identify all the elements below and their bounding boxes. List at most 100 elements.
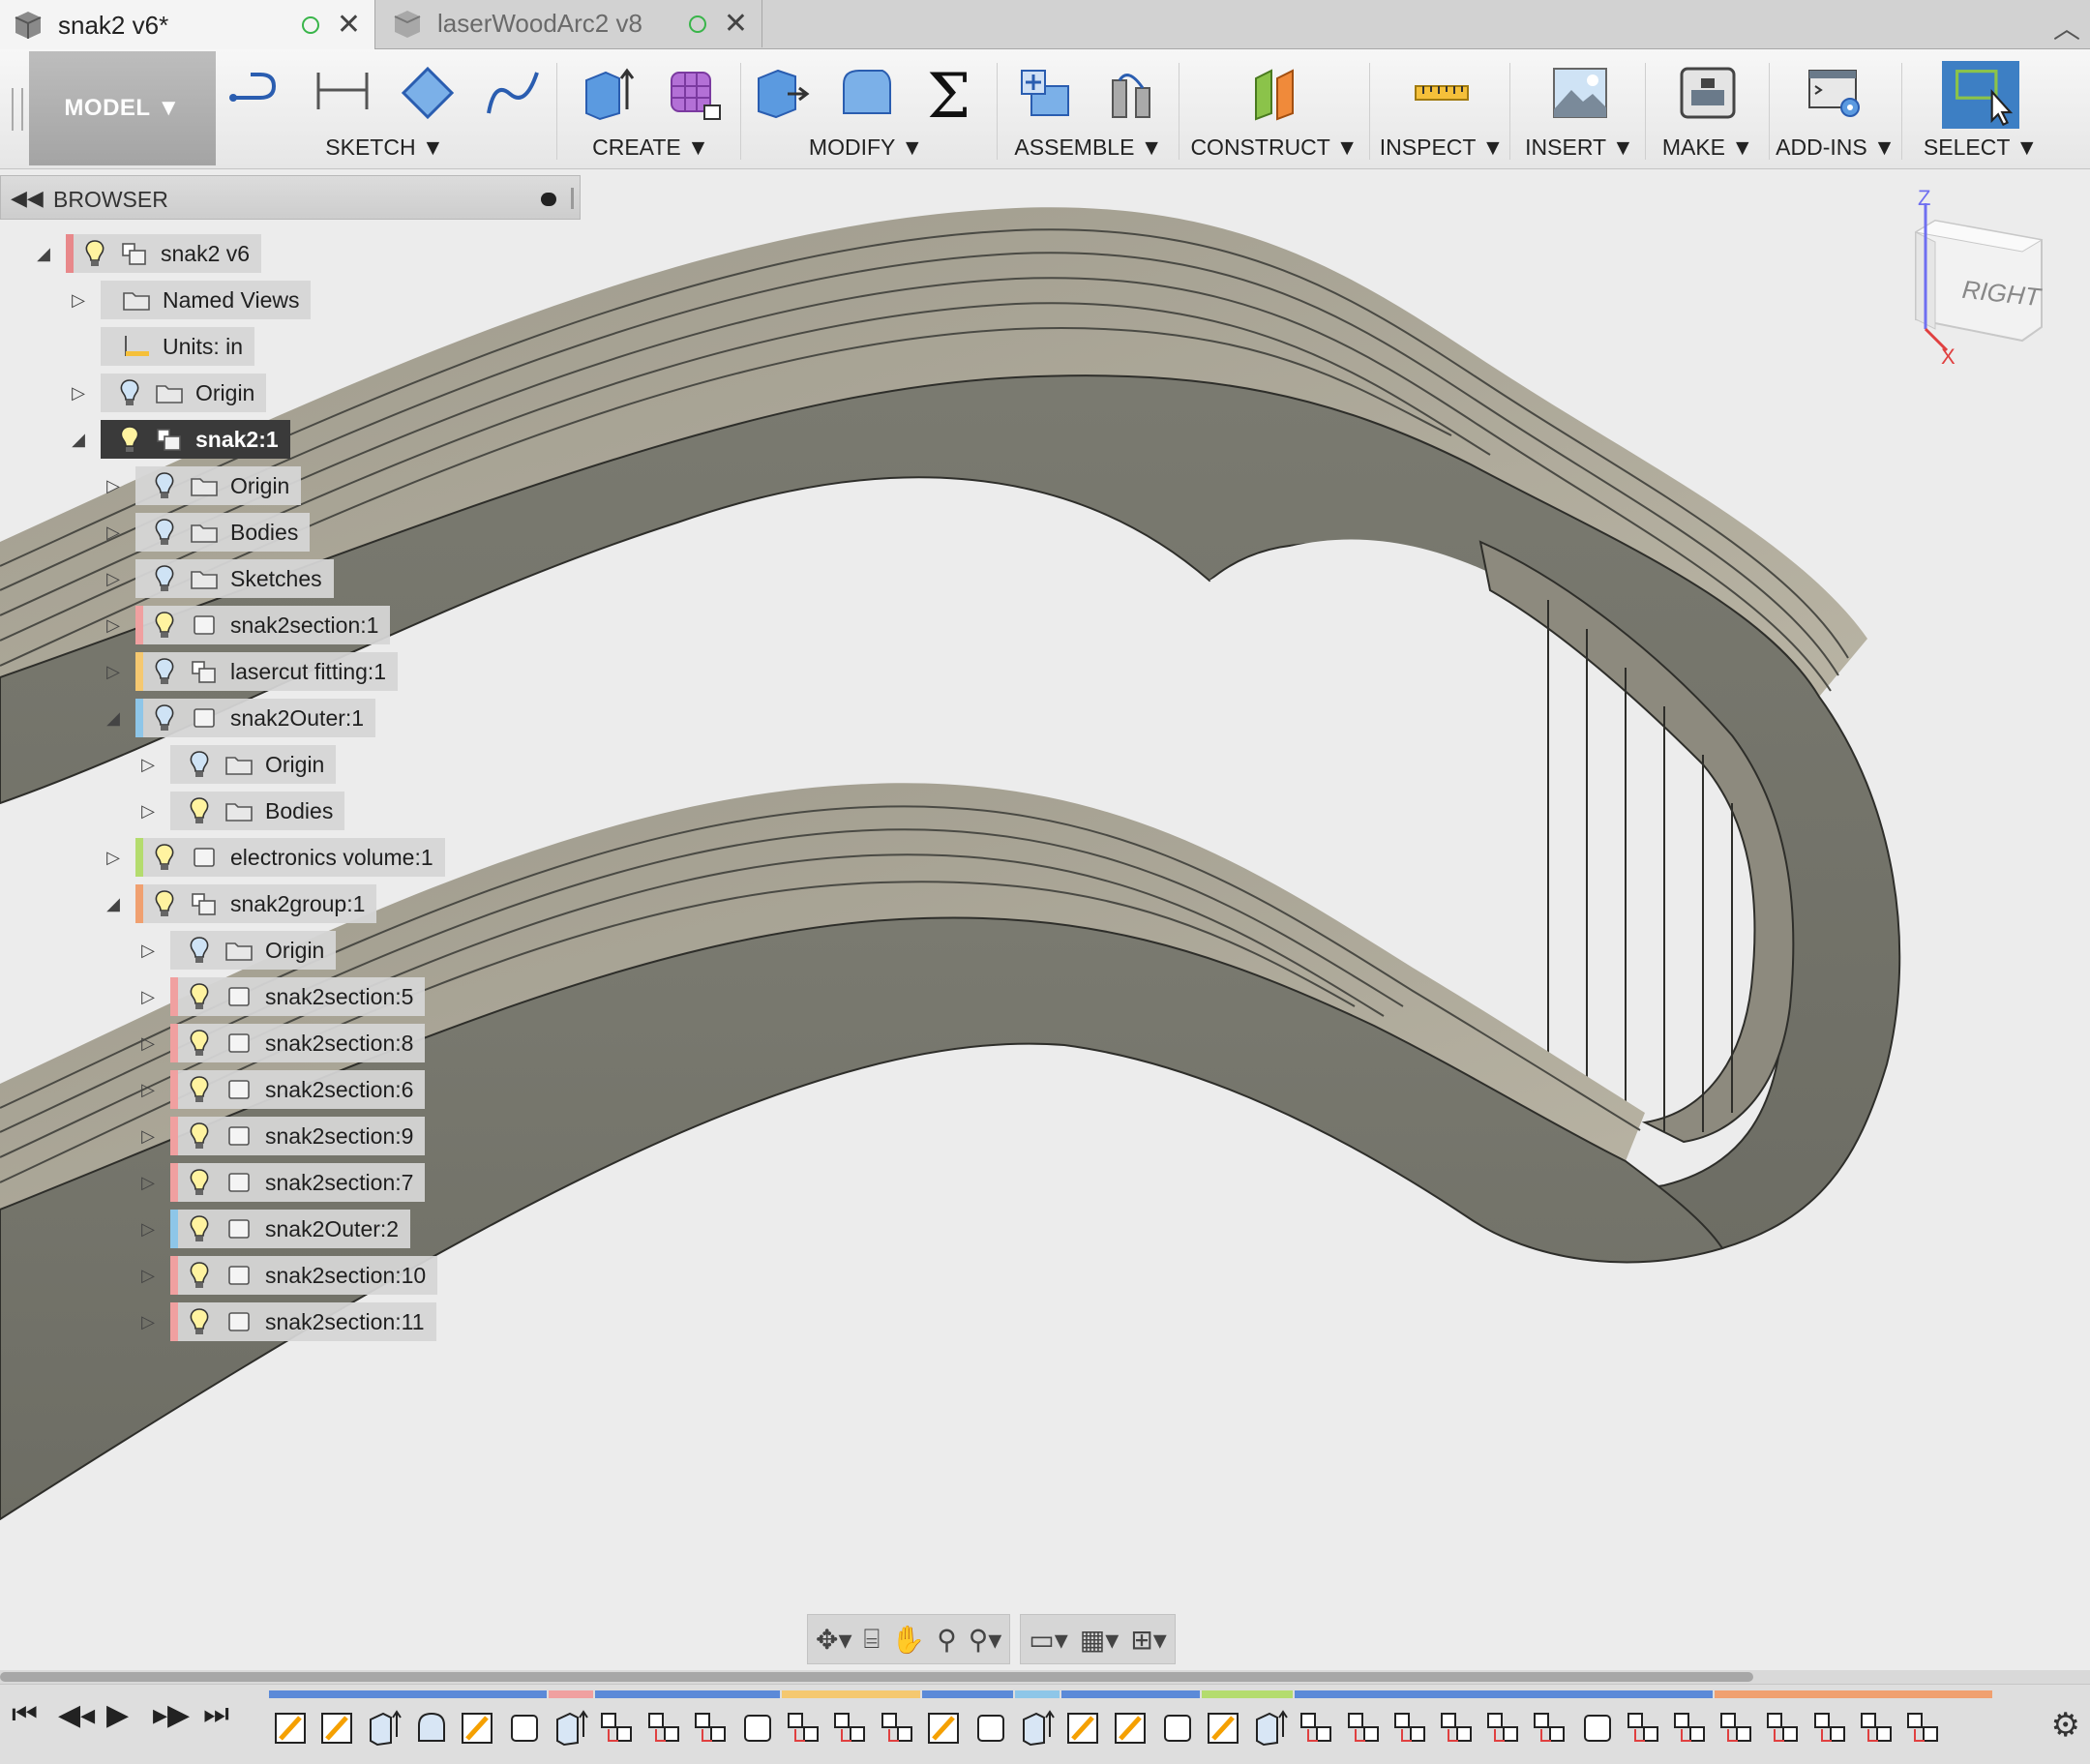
fillet-icon[interactable] xyxy=(834,61,898,125)
visibility-bulb-icon[interactable] xyxy=(188,1121,211,1151)
browser-node-row[interactable]: snak2section:1 xyxy=(135,606,391,644)
construct-menu-label[interactable]: CONSTRUCT ▼ xyxy=(1182,135,1366,161)
step-back-icon[interactable]: ◀◂ xyxy=(58,1698,95,1732)
timeline-component-feature-icon[interactable] xyxy=(1532,1708,1568,1747)
timeline-component-feature-icon[interactable] xyxy=(1346,1708,1383,1747)
press-pull-icon[interactable] xyxy=(749,61,813,125)
timeline-component-feature-icon[interactable] xyxy=(693,1708,730,1747)
expand-triangle-icon[interactable]: ▷ xyxy=(137,800,159,822)
timeline-group-bar[interactable] xyxy=(782,1690,920,1698)
browser-node-row[interactable]: snak2section:5 xyxy=(170,977,426,1016)
select-cursor-icon[interactable] xyxy=(1942,61,2019,129)
expand-triangle-icon[interactable]: ▷ xyxy=(103,568,124,589)
visibility-bulb-icon[interactable] xyxy=(188,1214,211,1243)
inspect-menu-label[interactable]: INSPECT ▼ xyxy=(1374,135,1509,161)
timeline-group-bar[interactable] xyxy=(549,1690,594,1698)
viewports-icon[interactable]: ⊞▾ xyxy=(1130,1624,1167,1656)
visibility-bulb-icon[interactable] xyxy=(188,1307,211,1336)
timeline-component-feature-icon[interactable] xyxy=(1299,1708,1335,1747)
grid-settings-icon[interactable]: ▦▾ xyxy=(1080,1624,1120,1656)
browser-node-row[interactable]: Units: in xyxy=(101,327,255,366)
expand-triangle-icon[interactable]: ▷ xyxy=(137,754,159,775)
visibility-bulb-icon[interactable] xyxy=(188,1075,211,1104)
collapse-triangle-icon[interactable]: ◢ xyxy=(33,243,54,264)
toolbar-grip[interactable] xyxy=(12,88,23,131)
visibility-bulb-icon[interactable] xyxy=(188,982,211,1011)
browser-node-row[interactable]: snak2Outer:2 xyxy=(170,1210,411,1248)
play-icon[interactable]: ▶ xyxy=(106,1698,129,1732)
collapse-triangle-icon[interactable]: ◢ xyxy=(103,707,124,729)
insert-group[interactable]: INSERT ▼ xyxy=(1514,49,1645,168)
select-menu-label[interactable]: SELECT ▼ xyxy=(1908,135,2053,161)
visibility-bulb-icon[interactable] xyxy=(153,703,176,733)
pin-icon[interactable] xyxy=(541,193,556,206)
sigma-parameters-icon[interactable]: Σ xyxy=(919,61,983,125)
browser-node-row[interactable]: Origin xyxy=(101,374,267,412)
timeline-body-feature-icon[interactable] xyxy=(1579,1708,1616,1747)
timeline-group-bar[interactable] xyxy=(921,1690,1014,1698)
expand-triangle-icon[interactable]: ▷ xyxy=(137,1265,159,1286)
visibility-bulb-icon[interactable] xyxy=(188,1029,211,1058)
timeline-component-feature-icon[interactable] xyxy=(1765,1708,1802,1747)
visibility-bulb-icon[interactable] xyxy=(83,239,106,268)
browser-node-row[interactable]: snak2section:8 xyxy=(170,1024,426,1062)
expand-triangle-icon[interactable]: ▷ xyxy=(103,847,124,868)
expand-triangle-icon[interactable]: ▷ xyxy=(68,382,89,404)
offset-plane-icon[interactable] xyxy=(1242,61,1306,125)
collapse-chevron-icon[interactable]: ︿ xyxy=(2053,8,2080,46)
browser-node-row[interactable]: Named Views xyxy=(101,281,312,319)
fit-zoom-icon[interactable]: ⚲▾ xyxy=(969,1624,1002,1656)
visibility-bulb-icon[interactable] xyxy=(153,843,176,872)
timeline-component-feature-icon[interactable] xyxy=(1905,1708,1942,1747)
expand-triangle-icon[interactable]: ▷ xyxy=(103,522,124,543)
visibility-bulb-icon[interactable] xyxy=(188,936,211,965)
timeline-group-bar[interactable] xyxy=(1202,1690,1294,1698)
timeline-component-feature-icon[interactable] xyxy=(1626,1708,1662,1747)
timeline-group-bar[interactable] xyxy=(269,1690,548,1698)
document-tab-snak2[interactable]: snak2 v6* ✕ xyxy=(0,0,375,50)
browser-node-row[interactable]: snak2 v6 xyxy=(66,234,262,273)
timeline-body-feature-icon[interactable] xyxy=(506,1708,543,1747)
addins-menu-label[interactable]: ADD-INS ▼ xyxy=(1773,135,1898,161)
timeline-extrude-feature-icon[interactable] xyxy=(552,1708,589,1747)
browser-node-row[interactable]: snak2section:6 xyxy=(170,1070,426,1109)
visibility-bulb-icon[interactable] xyxy=(153,564,176,593)
timeline-sketch-feature-icon[interactable] xyxy=(1206,1708,1242,1747)
assemble-group[interactable]: ASSEMBLE ▼ xyxy=(1001,49,1176,168)
view-cube[interactable]: Z X RIGHT xyxy=(1896,184,2061,368)
timeline-extrude-feature-icon[interactable] xyxy=(366,1708,403,1747)
go-to-start-icon[interactable]: ⏮ xyxy=(12,1698,38,1731)
timeline-extrude-feature-icon[interactable] xyxy=(1019,1708,1056,1747)
form-icon[interactable] xyxy=(662,61,726,125)
expand-triangle-icon[interactable]: ▷ xyxy=(68,289,89,311)
joint-icon[interactable] xyxy=(1099,61,1163,125)
browser-node-row[interactable]: snak2group:1 xyxy=(135,884,377,923)
expand-triangle-icon[interactable]: ▷ xyxy=(137,1125,159,1147)
timeline-sketch-feature-icon[interactable] xyxy=(1113,1708,1150,1747)
expand-triangle-icon[interactable]: ▷ xyxy=(137,1079,159,1100)
visibility-bulb-icon[interactable] xyxy=(153,518,176,547)
timeline-sketch-feature-icon[interactable] xyxy=(319,1708,356,1747)
step-forward-icon[interactable]: ▸▶ xyxy=(153,1698,190,1732)
timeline-revolve-feature-icon[interactable] xyxy=(413,1708,450,1747)
expand-triangle-icon[interactable]: ▷ xyxy=(137,1172,159,1193)
browser-node-row[interactable]: snak2section:9 xyxy=(170,1117,426,1155)
timeline-component-feature-icon[interactable] xyxy=(832,1708,869,1747)
browser-header[interactable]: ◀◀ BROWSER xyxy=(0,175,581,220)
timeline-component-feature-icon[interactable] xyxy=(1718,1708,1755,1747)
new-component-icon[interactable] xyxy=(1014,61,1078,125)
collapse-browser-icon[interactable]: ◀◀ xyxy=(11,186,44,211)
browser-node-row[interactable]: snak2Outer:1 xyxy=(135,699,376,737)
timeline-component-feature-icon[interactable] xyxy=(646,1708,683,1747)
timeline-group-bar[interactable] xyxy=(595,1690,781,1698)
visibility-bulb-icon[interactable] xyxy=(188,1168,211,1197)
timeline-sketch-feature-icon[interactable] xyxy=(273,1708,310,1747)
expand-triangle-icon[interactable]: ▷ xyxy=(137,1032,159,1054)
close-tab-icon[interactable]: ✕ xyxy=(337,11,361,40)
timeline-sketch-feature-icon[interactable] xyxy=(1065,1708,1102,1747)
browser-node-row[interactable]: Origin xyxy=(170,931,337,970)
display-settings-icon[interactable]: ▭▾ xyxy=(1029,1624,1068,1656)
expand-triangle-icon[interactable]: ▷ xyxy=(103,475,124,496)
expand-triangle-icon[interactable]: ▷ xyxy=(103,661,124,682)
scrollbar-thumb[interactable] xyxy=(0,1672,1753,1682)
